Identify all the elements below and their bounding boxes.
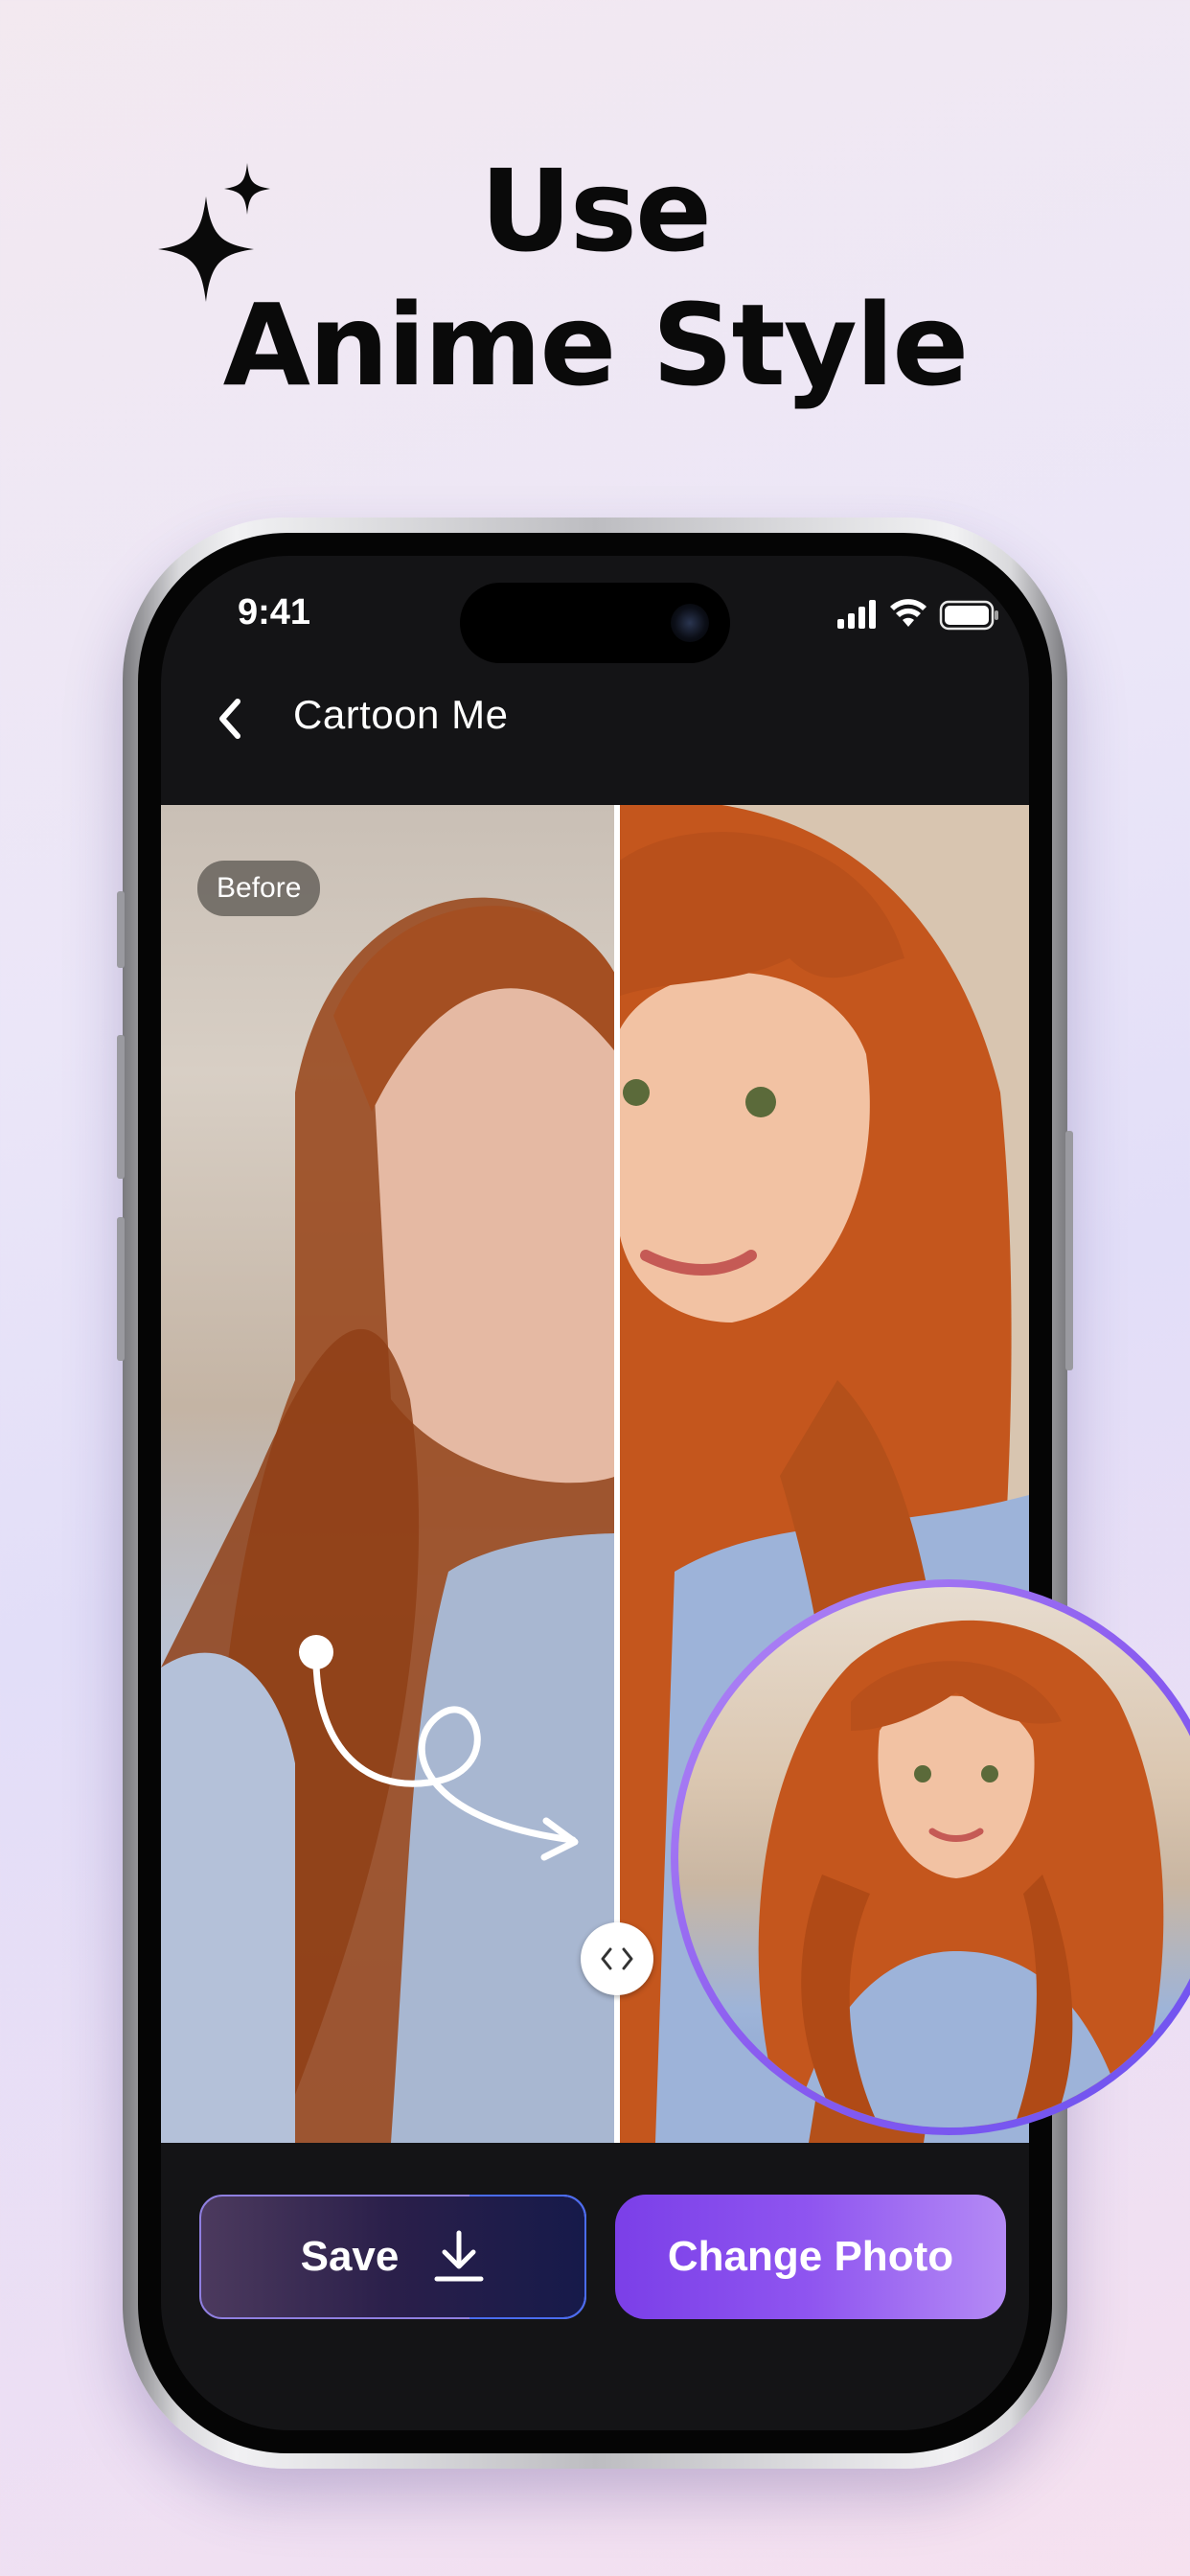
before-photo-art [161, 897, 617, 2143]
left-right-arrows-icon [601, 1947, 633, 1970]
drag-gesture-hint-icon [299, 1635, 579, 1861]
phone-volume-up [117, 1035, 125, 1179]
download-icon [434, 2230, 484, 2282]
before-photo [161, 805, 617, 2143]
back-chevron-icon[interactable] [211, 690, 249, 748]
preview-art [758, 1620, 1164, 2128]
nav-title: Cartoon Me [293, 692, 509, 737]
result-preview-image [678, 1587, 1190, 2128]
phone-power-button [1065, 1131, 1073, 1370]
status-icons [837, 599, 998, 631]
headline-line-1: Use [479, 145, 712, 277]
save-button[interactable]: Save [199, 2195, 586, 2319]
wifi-icon [890, 599, 927, 627]
save-button-label: Save [300, 2233, 400, 2280]
phone-action-button [117, 891, 125, 968]
status-time: 9:41 [238, 592, 311, 632]
phone-volume-down [117, 1217, 125, 1361]
battery-icon [939, 600, 998, 631]
headline-line-2: Anime Style [222, 279, 970, 411]
change-photo-button[interactable]: Change Photo [615, 2195, 1006, 2319]
signal-icon [837, 600, 876, 629]
camera-icon [671, 604, 709, 642]
compare-handle[interactable] [581, 1922, 653, 1995]
headline: Use Anime Style [0, 144, 1190, 412]
before-badge: Before [197, 861, 321, 916]
phone-screen: 9:41 Cartoon Me Before Save Change Photo [161, 556, 1029, 2430]
dynamic-island [460, 583, 730, 663]
